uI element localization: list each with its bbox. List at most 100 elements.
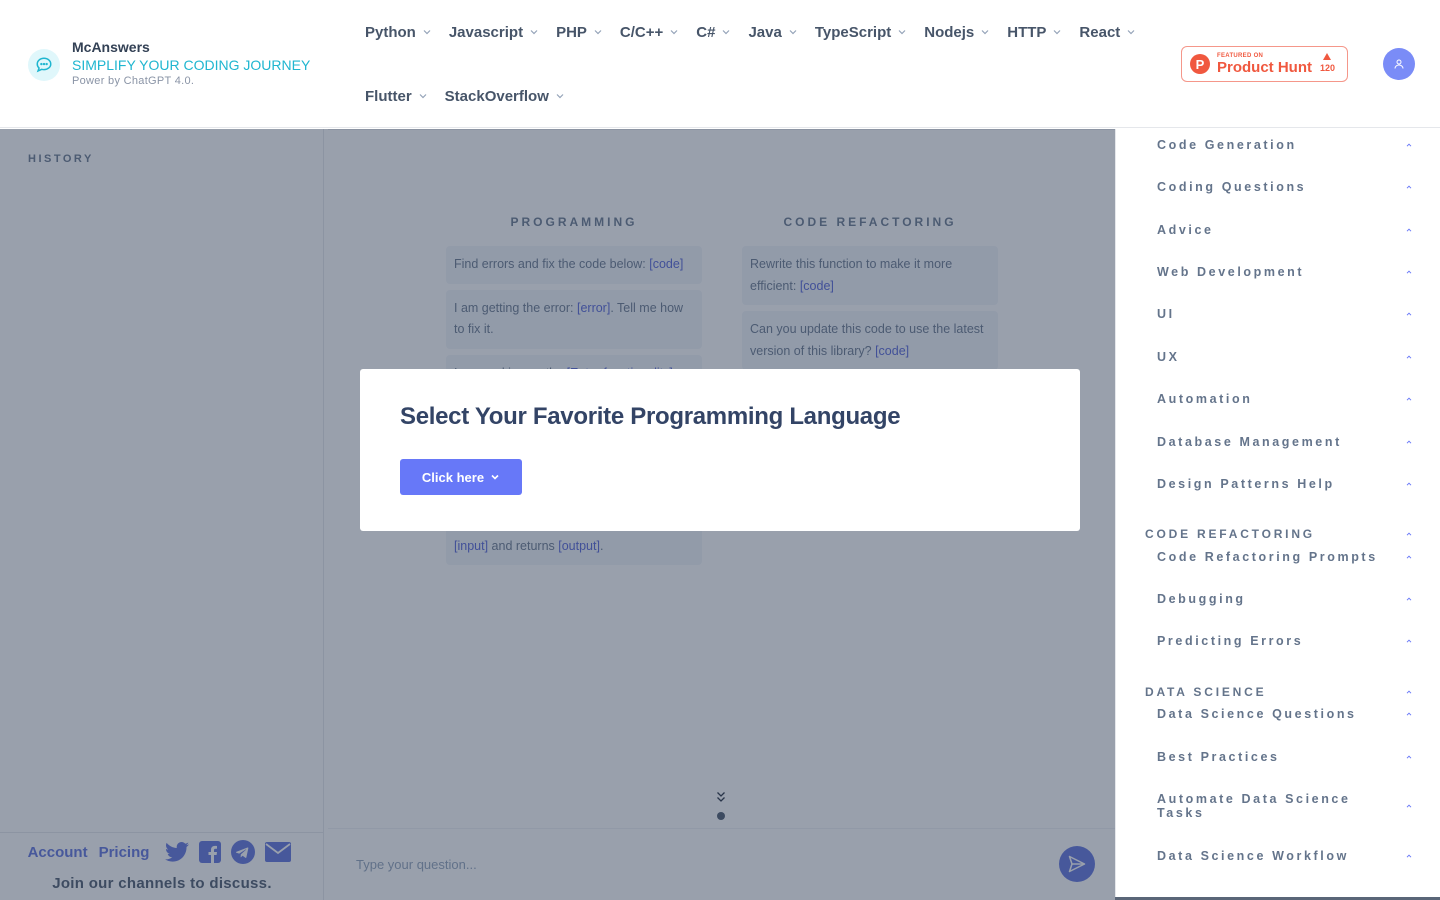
header: McAnswers SIMPLIFY YOUR CODING JOURNEY P… [0, 0, 1440, 128]
nav-item-label: Nodejs [924, 23, 975, 41]
nav-item-label: Java [748, 23, 782, 41]
chevron-up-icon [1406, 639, 1412, 643]
nav-item-dropdown[interactable]: StackOverflow [445, 88, 565, 105]
nav-item-label: React [1079, 23, 1121, 41]
category-item[interactable]: Database Management [1157, 435, 1413, 449]
chevron-up-icon [1406, 804, 1412, 808]
nav-item-dropdown[interactable]: Java [748, 24, 797, 41]
chevron-down-icon [530, 30, 538, 35]
chevron-up-icon [1406, 143, 1412, 147]
nav-item-dropdown[interactable]: React [1079, 24, 1136, 41]
nav-row: Flutter StackOverflow [365, 64, 1155, 128]
chevron-up-icon [1406, 555, 1412, 559]
category-label: Web Development [1157, 265, 1305, 279]
chevron-up-icon [1406, 355, 1412, 359]
chevron-up-icon [1406, 712, 1412, 716]
chevron-down-icon [898, 30, 906, 35]
brand[interactable]: McAnswers SIMPLIFY YOUR CODING JOURNEY P… [28, 38, 310, 88]
category-label: Code Refactoring Prompts [1157, 550, 1378, 564]
product-hunt-badge[interactable]: P FEATURED ON Product Hunt 120 [1181, 46, 1348, 82]
category-item[interactable]: Web Development [1157, 265, 1413, 279]
category-label: Advice [1157, 223, 1214, 237]
nav-row: Python Javascript PHP C/C++ C# Java TypeScript… [365, 0, 1155, 64]
product-hunt-name: Product Hunt [1217, 59, 1312, 76]
category-item[interactable]: Advice [1157, 223, 1413, 237]
nav-item-dropdown[interactable]: PHP [556, 24, 603, 41]
chevron-up-icon [1406, 312, 1412, 316]
nav-item-label: PHP [556, 23, 587, 41]
category-label: UX [1157, 350, 1180, 364]
nav-item-dropdown[interactable]: HTTP [1007, 24, 1062, 41]
category-item[interactable]: Predicting Errors [1157, 634, 1413, 648]
category-item[interactable]: Automate Data Science Tasks [1157, 792, 1413, 820]
category-item[interactable]: Data Science Questions [1157, 707, 1413, 721]
prompt-categories-sidebar: Code Generation Coding Questions Advice Web… [1115, 129, 1440, 897]
nav-item-dropdown[interactable]: Flutter [365, 88, 428, 105]
category-item[interactable]: Code Refactoring Prompts [1157, 550, 1413, 564]
chevron-down-icon [723, 30, 730, 35]
chevron-up-icon [1406, 482, 1412, 486]
chevron-up-icon [1406, 854, 1412, 858]
chevron-down-icon [556, 94, 564, 99]
nav-item-label: Javascript [448, 23, 524, 41]
category-item[interactable]: Code Generation [1157, 138, 1413, 152]
category-label: Database Management [1157, 435, 1342, 449]
chevron-down-icon [423, 30, 431, 35]
user-avatar-button[interactable] [1383, 48, 1415, 80]
language-nav: Python Javascript PHP C/C++ C# Java TypeScript… [365, 0, 1155, 128]
language-dropdown-button[interactable]: Click here [400, 459, 522, 495]
product-hunt-votes: 120 [1320, 53, 1335, 73]
nav-item-dropdown[interactable]: Python [365, 24, 432, 41]
category-item[interactable]: Data Science Workflow [1157, 849, 1413, 863]
chevron-down-icon [981, 30, 989, 35]
category-section-header[interactable]: DATA SCIENCE [1145, 685, 1413, 699]
brand-name: McAnswers [72, 39, 150, 55]
chevron-up-icon [1406, 440, 1412, 444]
chevron-up-icon [1406, 228, 1412, 232]
chevron-up-icon [1406, 185, 1412, 189]
modal-title: Select Your Favorite Programming Languag… [400, 403, 901, 430]
category-item[interactable]: Coding Questions [1157, 180, 1413, 194]
section-label: DATA SCIENCE [1145, 685, 1267, 699]
category-item[interactable]: UI [1157, 307, 1413, 321]
category-label: Debugging [1157, 592, 1246, 606]
chevron-down-icon [491, 474, 499, 480]
user-icon [1394, 59, 1404, 69]
section-label: CODE REFACTORING [1145, 527, 1315, 541]
nav-item-label: Flutter [365, 87, 412, 105]
nav-item-dropdown[interactable]: C/C++ [620, 24, 679, 41]
chevron-down-icon [789, 30, 797, 35]
chevron-up-icon [1406, 755, 1412, 759]
category-label: Predicting Errors [1157, 634, 1304, 648]
nav-item-label: Python [365, 23, 416, 41]
nav-item-label: C# [696, 23, 716, 41]
category-item[interactable]: Debugging [1157, 592, 1413, 606]
category-label: Data Science Questions [1157, 707, 1357, 721]
chevron-up-icon [1406, 532, 1412, 536]
nav-item-dropdown[interactable]: TypeScript [815, 24, 907, 41]
category-item[interactable]: UX [1157, 350, 1413, 364]
category-label: UI [1157, 307, 1175, 321]
dropdown-button-label: Click here [421, 469, 485, 485]
product-hunt-logo-icon: P [1190, 54, 1210, 74]
upvote-triangle-icon [1323, 53, 1332, 60]
brand-tagline: SIMPLIFY YOUR CODING JOURNEY [72, 57, 311, 73]
nav-item-label: TypeScript [814, 23, 892, 41]
category-item[interactable]: Automation [1157, 392, 1413, 406]
chevron-up-icon [1406, 397, 1412, 401]
category-label: Coding Questions [1157, 180, 1307, 194]
brand-powered-by: Power by ChatGPT 4.0. [72, 75, 195, 87]
category-section-header[interactable]: CODE REFACTORING [1145, 527, 1413, 541]
vote-count: 120 [1319, 63, 1335, 73]
category-label: Automate Data Science Tasks [1157, 792, 1351, 820]
chevron-down-icon [1127, 30, 1135, 35]
nav-item-label: HTTP [1007, 23, 1047, 41]
nav-item-dropdown[interactable]: C# [696, 24, 731, 41]
category-label: Data Science Workflow [1157, 849, 1349, 863]
category-label: Code Generation [1157, 138, 1297, 152]
nav-item-dropdown[interactable]: Javascript [449, 24, 539, 41]
nav-item-dropdown[interactable]: Nodejs [924, 24, 990, 41]
category-item[interactable]: Best Practices [1157, 750, 1413, 764]
chevron-up-icon [1406, 597, 1412, 601]
category-item[interactable]: Design Patterns Help [1157, 477, 1413, 491]
